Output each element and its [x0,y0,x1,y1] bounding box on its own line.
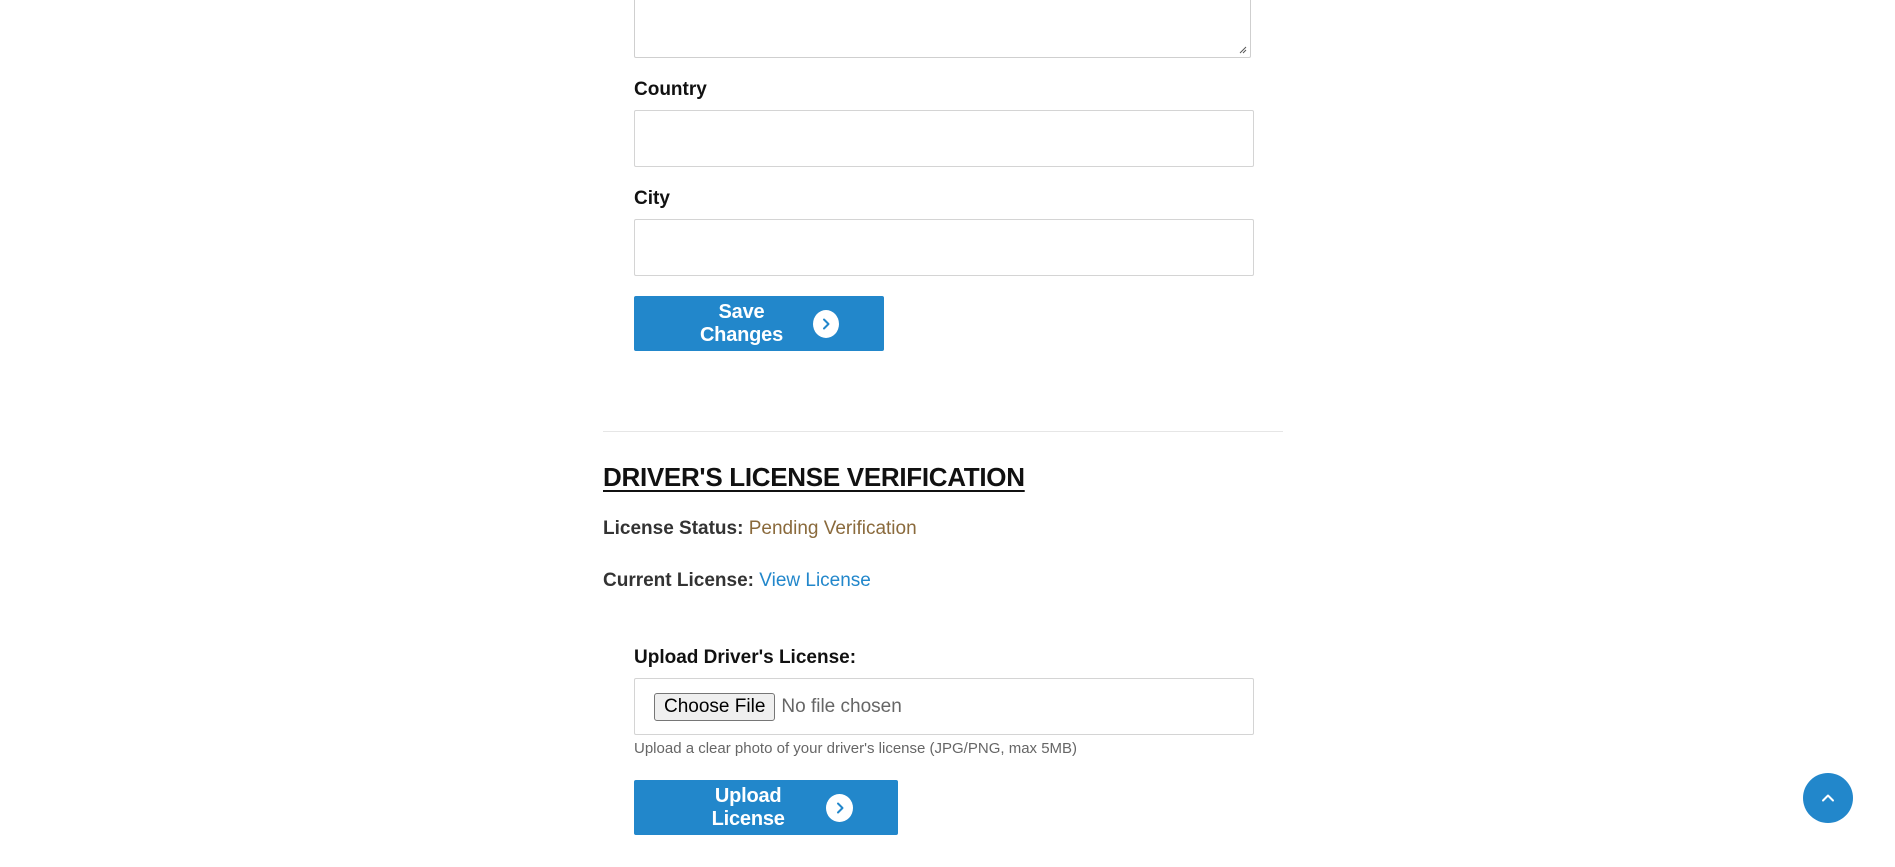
city-input[interactable] [634,219,1254,276]
view-license-link[interactable]: View License [759,570,871,591]
current-license-line: Current License: View License [603,570,871,592]
upload-license-button[interactable]: Upload License [634,780,898,835]
country-label: Country [634,79,707,100]
license-status-label: License Status: [603,518,744,539]
choose-file-button[interactable]: Choose File [654,692,776,721]
chevron-right-icon [812,309,839,338]
chevron-right-icon [826,793,853,822]
section-divider [603,431,1283,432]
license-file-input[interactable]: Choose File No file chosen [634,678,1254,735]
page: Country City Save Changes DRIVER'S LICEN… [0,0,1895,867]
upload-help-text: Upload a clear photo of your driver's li… [634,740,1078,757]
license-status-line: License Status: Pending Verification [603,518,917,540]
upload-license-label-text: Upload License [711,784,785,830]
license-section-title: DRIVER'S LICENSE VERIFICATION [603,462,1025,492]
save-changes-label: Save Changes [699,300,784,346]
save-changes-button[interactable]: Save Changes [634,296,884,351]
scroll-to-top-button[interactable] [1803,773,1853,823]
address-textarea[interactable] [634,0,1251,58]
license-status-value: Pending Verification [748,518,917,539]
upload-license-label: Upload Driver's License: [634,647,857,668]
no-file-chosen-text: No file chosen [781,695,902,717]
current-license-label: Current License: [603,570,754,591]
chevron-up-icon [1822,794,1834,802]
country-input[interactable] [634,110,1254,167]
city-label: City [634,188,670,209]
resize-handle-icon[interactable] [1239,46,1247,54]
